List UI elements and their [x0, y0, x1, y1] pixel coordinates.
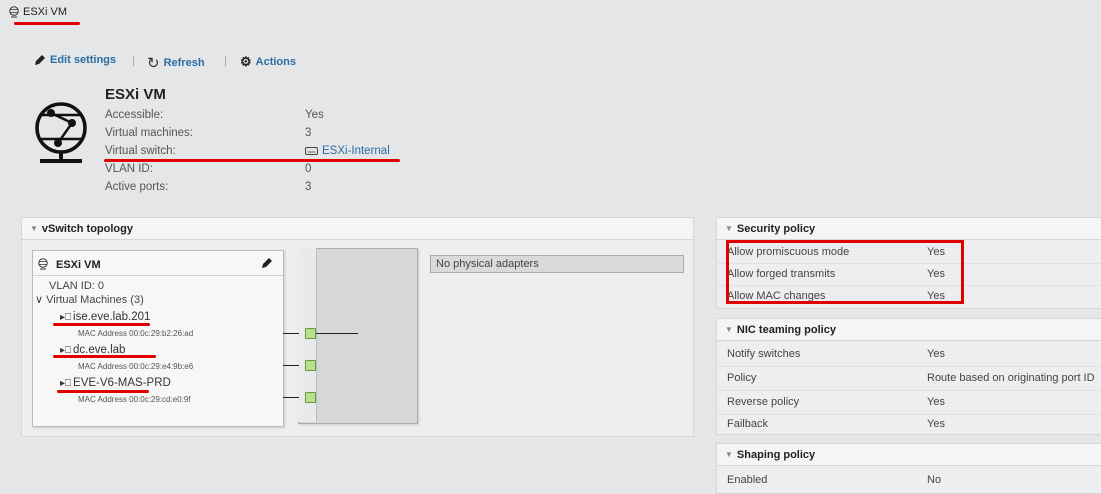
vm-icon: ▸⎕ [60, 344, 72, 356]
vm-name: ise.eve.lab.201 [73, 311, 151, 323]
vlan-id-value: 0 [305, 163, 312, 175]
policy-row: Notify switches Yes [717, 342, 1101, 367]
pencil-icon[interactable] [261, 257, 273, 269]
vm-icon: ▸⎕ [60, 311, 72, 323]
virtual-machines-label: Virtual machines: [105, 127, 193, 139]
vswitch-topology-title: vSwitch topology [41, 222, 133, 235]
active-ports-label: Active ports: [105, 181, 169, 193]
vlan-id-label: VLAN ID: [105, 163, 153, 175]
policy-row: Reverse policy Yes [717, 390, 1101, 415]
vm-mac: MAC Address 00:0c:29:e4:9b:e6 [78, 362, 194, 371]
vm-item-ise[interactable]: ▸⎕ ise.eve.lab.201 [60, 311, 150, 323]
policy-label: Notify switches [727, 348, 801, 360]
accessible-value: Yes [305, 109, 324, 121]
toolbar-separator: | [224, 53, 228, 67]
vm-item-eve[interactable]: ▸⎕ EVE-V6-MAS-PRD [60, 377, 171, 389]
annotation-underline-vm-1 [53, 323, 150, 326]
wire [283, 333, 299, 334]
nic-teaming-policy-header[interactable]: ▼ NIC teaming policy [717, 319, 1101, 341]
portgroup-vlan: VLAN ID: 0 [49, 280, 105, 292]
actions-button[interactable]: ⚙ Actions [240, 54, 296, 70]
chevron-down-icon: ▼ [725, 224, 733, 233]
network-icon [38, 258, 48, 270]
vm-group-label: Virtual Machines (3) [46, 294, 144, 306]
policy-value: No [927, 474, 942, 486]
switch-port[interactable] [305, 360, 316, 371]
policy-label: Failback [727, 418, 768, 430]
policy-row: Failback Yes [717, 414, 1101, 434]
portgroup-name: ESXi VM [56, 259, 101, 271]
accessible-label: Accessible: [105, 109, 164, 121]
vm-mac: MAC Address 00:0c:29:b2:26:ad [78, 329, 194, 338]
chevron-down-icon: ▼ [30, 224, 38, 233]
refresh-label: Refresh [163, 57, 205, 69]
actions-label: Actions [255, 56, 296, 68]
window-title: ESXi VM [23, 6, 68, 18]
vm-mac: MAC Address 00:0c:29:cd:e0:9f [78, 395, 191, 404]
policy-row: Enabled No [717, 467, 1101, 493]
refresh-button[interactable]: ↻ Refresh [147, 54, 205, 72]
virtual-machines-value: 3 [305, 127, 312, 139]
policy-value: Route based on originating port ID [927, 372, 1095, 384]
wire [283, 365, 299, 366]
refresh-icon: ↻ [147, 55, 160, 72]
vswitch-topology-header[interactable]: ▼ vSwitch topology [22, 218, 693, 240]
nic-teaming-policy-panel: ▼ NIC teaming policy Notify switches Yes… [716, 318, 1101, 435]
shaping-policy-panel: ▼ Shaping policy Enabled No [716, 443, 1101, 494]
shaping-policy-header[interactable]: ▼ Shaping policy [717, 444, 1101, 466]
edit-settings-label: Edit settings [50, 54, 117, 66]
virtual-switch-label: Virtual switch: [105, 145, 176, 157]
chevron-down-icon: ∨ [35, 294, 44, 306]
annotation-highlight-box [726, 240, 964, 304]
switch-port[interactable] [305, 392, 316, 403]
chevron-down-icon: ▼ [725, 325, 733, 334]
edit-settings-button[interactable]: Edit settings [34, 54, 116, 66]
chevron-down-icon: ▼ [725, 450, 733, 459]
policy-row: Policy Route based on originating port I… [717, 366, 1101, 391]
switch-icon [305, 147, 318, 155]
policy-value: Yes [927, 348, 945, 360]
shaping-policy-title: Shaping policy [736, 448, 816, 461]
active-ports-value: 3 [305, 181, 312, 193]
policy-label: Enabled [727, 474, 768, 486]
policy-value: Yes [927, 418, 945, 430]
physical-adapters-box: No physical adapters [430, 255, 684, 273]
security-policy-header[interactable]: ▼ Security policy [717, 218, 1101, 240]
annotation-underline-vm-2 [53, 355, 156, 358]
gear-icon: ⚙ [240, 54, 252, 69]
network-icon [9, 6, 19, 18]
toolbar-separator: | [132, 53, 136, 67]
annotation-underline-title [14, 22, 80, 25]
wire [283, 397, 299, 398]
switch-port[interactable] [305, 328, 316, 339]
policy-value: Yes [927, 396, 945, 408]
vm-group-toggle[interactable]: ∨ Virtual Machines (3) [35, 293, 144, 306]
window-titlebar: ESXi VM [0, 0, 1101, 26]
annotation-underline-vm-3 [57, 390, 149, 393]
virtual-switch-value: ESXi-Internal [322, 145, 390, 157]
network-name: ESXi VM [105, 86, 166, 103]
annotation-underline-virtual-switch [104, 159, 400, 162]
pencil-icon [35, 55, 45, 65]
vm-name: EVE-V6-MAS-PRD [73, 377, 171, 389]
policy-label: Reverse policy [727, 396, 800, 408]
vm-icon: ▸⎕ [60, 377, 72, 389]
policy-label: Policy [727, 372, 757, 384]
virtual-switch-link[interactable]: ESXi-Internal [305, 145, 390, 157]
nic-teaming-policy-title: NIC teaming policy [736, 323, 836, 336]
security-policy-title: Security policy [736, 222, 816, 235]
network-icon [35, 102, 87, 163]
wire [316, 333, 358, 334]
